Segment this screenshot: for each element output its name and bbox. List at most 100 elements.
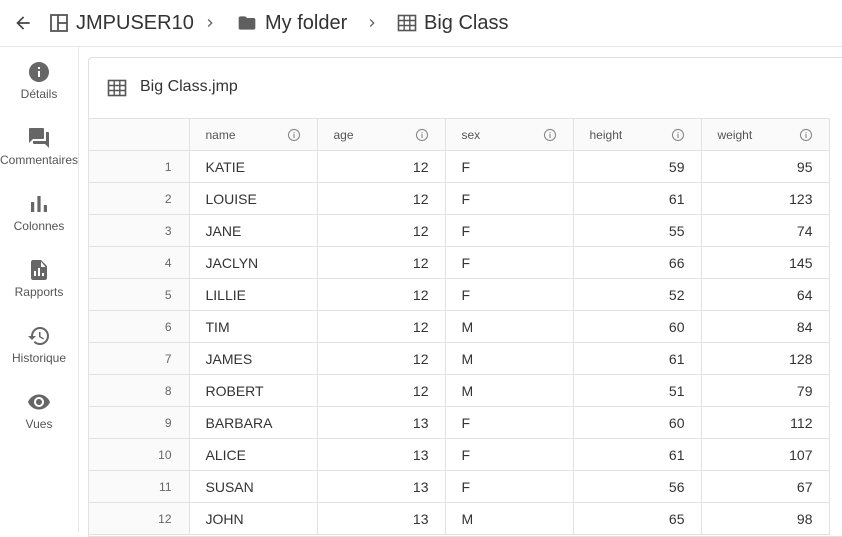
- breadcrumb-table[interactable]: Big Class: [397, 10, 508, 36]
- table-cell-sex[interactable]: M: [445, 342, 574, 375]
- table-cell-sex[interactable]: M: [445, 502, 574, 535]
- rail-item-columns[interactable]: Colonnes: [0, 192, 78, 248]
- info-outline-icon[interactable]: [287, 128, 301, 142]
- table-cell-weight[interactable]: 64: [701, 278, 830, 311]
- table-cell-age[interactable]: 12: [317, 374, 446, 407]
- table-cell-name[interactable]: KATIE: [189, 150, 318, 183]
- table-cell-age[interactable]: 12: [317, 214, 446, 247]
- table-cell-age[interactable]: 12: [317, 278, 446, 311]
- table-cell-height[interactable]: 60: [573, 310, 702, 343]
- row-number[interactable]: 4: [89, 246, 190, 279]
- table-cell-sex[interactable]: F: [445, 278, 574, 311]
- table-cell-name[interactable]: ROBERT: [189, 374, 318, 407]
- table-cell-weight[interactable]: 74: [701, 214, 830, 247]
- column-header-name[interactable]: name: [189, 118, 318, 151]
- row-number[interactable]: 10: [89, 438, 190, 471]
- info-outline-icon[interactable]: [543, 128, 557, 142]
- back-button[interactable]: [11, 11, 35, 35]
- table-row[interactable]: 3 JANE 12 F 55 74: [89, 214, 830, 247]
- row-number[interactable]: 8: [89, 374, 190, 407]
- table-cell-sex[interactable]: F: [445, 246, 574, 279]
- table-row[interactable]: 6 TIM 12 M 60 84: [89, 310, 830, 343]
- info-outline-icon[interactable]: [671, 128, 685, 142]
- table-cell-sex[interactable]: F: [445, 406, 574, 439]
- row-number[interactable]: 3: [89, 214, 190, 247]
- table-cell-name[interactable]: LILLIE: [189, 278, 318, 311]
- table-cell-name[interactable]: LOUISE: [189, 182, 318, 215]
- table-cell-sex[interactable]: F: [445, 438, 574, 471]
- rail-item-history[interactable]: Historique: [0, 324, 78, 380]
- table-cell-height[interactable]: 66: [573, 246, 702, 279]
- table-cell-sex[interactable]: M: [445, 374, 574, 407]
- table-cell-height[interactable]: 56: [573, 470, 702, 503]
- table-cell-sex[interactable]: F: [445, 470, 574, 503]
- breadcrumb-folder[interactable]: My folder: [236, 10, 347, 36]
- info-outline-icon[interactable]: [415, 128, 429, 142]
- table-cell-height[interactable]: 60: [573, 406, 702, 439]
- table-cell-name[interactable]: JAMES: [189, 342, 318, 375]
- row-number[interactable]: 6: [89, 310, 190, 343]
- table-cell-name[interactable]: JANE: [189, 214, 318, 247]
- row-number[interactable]: 7: [89, 342, 190, 375]
- table-cell-age[interactable]: 12: [317, 182, 446, 215]
- table-cell-weight[interactable]: 112: [701, 406, 830, 439]
- table-cell-weight[interactable]: 79: [701, 374, 830, 407]
- table-cell-age[interactable]: 13: [317, 406, 446, 439]
- table-cell-age[interactable]: 12: [317, 310, 446, 343]
- table-cell-weight[interactable]: 145: [701, 246, 830, 279]
- table-cell-weight[interactable]: 123: [701, 182, 830, 215]
- table-cell-age[interactable]: 12: [317, 246, 446, 279]
- table-cell-name[interactable]: JOHN: [189, 502, 318, 535]
- table-cell-name[interactable]: JACLYN: [189, 246, 318, 279]
- table-cell-height[interactable]: 61: [573, 342, 702, 375]
- table-cell-weight[interactable]: 95: [701, 150, 830, 183]
- table-cell-height[interactable]: 65: [573, 502, 702, 535]
- table-row[interactable]: 5 LILLIE 12 F 52 64: [89, 278, 830, 311]
- row-number[interactable]: 12: [89, 502, 190, 535]
- row-number[interactable]: 5: [89, 278, 190, 311]
- table-cell-sex[interactable]: F: [445, 182, 574, 215]
- table-cell-height[interactable]: 59: [573, 150, 702, 183]
- table-row[interactable]: 10 ALICE 13 F 61 107: [89, 438, 830, 471]
- table-cell-age[interactable]: 13: [317, 470, 446, 503]
- table-cell-weight[interactable]: 107: [701, 438, 830, 471]
- column-header-weight[interactable]: weight: [701, 118, 830, 151]
- table-cell-height[interactable]: 61: [573, 438, 702, 471]
- table-cell-sex[interactable]: F: [445, 150, 574, 183]
- breadcrumb-space[interactable]: JMPUSER10: [49, 10, 194, 36]
- table-row[interactable]: 2 LOUISE 12 F 61 123: [89, 182, 830, 215]
- row-number[interactable]: 2: [89, 182, 190, 215]
- table-cell-weight[interactable]: 98: [701, 502, 830, 535]
- column-header-sex[interactable]: sex: [445, 118, 574, 151]
- table-row[interactable]: 11 SUSAN 13 F 56 67: [89, 470, 830, 503]
- table-cell-weight[interactable]: 128: [701, 342, 830, 375]
- rail-item-views[interactable]: Vues: [0, 390, 78, 446]
- column-header-age[interactable]: age: [317, 118, 446, 151]
- table-cell-age[interactable]: 12: [317, 150, 446, 183]
- table-row[interactable]: 9 BARBARA 13 F 60 112: [89, 406, 830, 439]
- column-header-height[interactable]: height: [573, 118, 702, 151]
- table-row[interactable]: 8 ROBERT 12 M 51 79: [89, 374, 830, 407]
- table-cell-name[interactable]: SUSAN: [189, 470, 318, 503]
- table-cell-height[interactable]: 55: [573, 214, 702, 247]
- table-cell-age[interactable]: 13: [317, 438, 446, 471]
- table-row[interactable]: 4 JACLYN 12 F 66 145: [89, 246, 830, 279]
- table-cell-height[interactable]: 51: [573, 374, 702, 407]
- table-row[interactable]: 1 KATIE 12 F 59 95: [89, 150, 830, 183]
- info-outline-icon[interactable]: [799, 128, 813, 142]
- rail-item-details[interactable]: Détails: [0, 60, 78, 116]
- table-cell-name[interactable]: ALICE: [189, 438, 318, 471]
- row-number[interactable]: 1: [89, 150, 190, 183]
- row-number[interactable]: 9: [89, 406, 190, 439]
- table-cell-age[interactable]: 12: [317, 342, 446, 375]
- rail-item-reports[interactable]: Rapports: [0, 258, 78, 314]
- table-cell-weight[interactable]: 84: [701, 310, 830, 343]
- table-cell-sex[interactable]: M: [445, 310, 574, 343]
- rail-item-comments[interactable]: Commentaires: [0, 126, 78, 182]
- table-row[interactable]: 7 JAMES 12 M 61 128: [89, 342, 830, 375]
- row-number[interactable]: 11: [89, 470, 190, 503]
- table-cell-height[interactable]: 52: [573, 278, 702, 311]
- table-cell-sex[interactable]: F: [445, 214, 574, 247]
- table-cell-height[interactable]: 61: [573, 182, 702, 215]
- table-cell-weight[interactable]: 67: [701, 470, 830, 503]
